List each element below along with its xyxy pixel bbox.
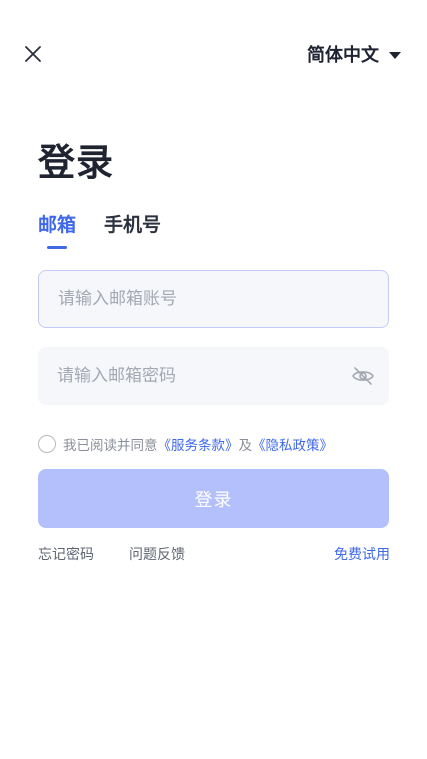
agreement-row: 我已阅读并同意 《服务条款》 及 《隐私政策》 (38, 434, 333, 454)
login-method-tabs: 邮箱 手机号 (38, 210, 161, 249)
caret-down-icon (389, 52, 401, 59)
free-trial-link[interactable]: 免费试用 (334, 544, 390, 564)
close-button[interactable] (20, 41, 46, 67)
feedback-link[interactable]: 问题反馈 (129, 544, 185, 564)
tab-email-label: 邮箱 (38, 214, 77, 236)
tab-phone[interactable]: 手机号 (104, 210, 161, 249)
email-input[interactable] (39, 271, 388, 327)
password-field-container (38, 347, 389, 405)
active-tab-indicator (47, 246, 67, 249)
forgot-password-link[interactable]: 忘记密码 (38, 544, 94, 564)
agreement-joiner: 及 (238, 438, 253, 454)
language-label: 简体中文 (307, 45, 379, 66)
tab-email[interactable]: 邮箱 (38, 210, 76, 249)
language-selector[interactable]: 简体中文 (307, 40, 401, 68)
password-visibility-toggle[interactable] (351, 364, 375, 388)
close-icon (25, 46, 41, 62)
agreement-prefix: 我已阅读并同意 (63, 438, 158, 454)
privacy-link[interactable]: 《隐私政策》 (252, 434, 333, 454)
page-title: 登录 (38, 141, 114, 184)
tab-phone-label: 手机号 (104, 214, 162, 236)
password-input[interactable] (38, 347, 389, 405)
email-field-container (38, 270, 389, 328)
terms-link[interactable]: 《服务条款》 (158, 434, 239, 454)
eye-off-icon (352, 367, 374, 385)
login-button[interactable]: 登录 (38, 469, 389, 528)
agreement-checkbox[interactable] (38, 435, 56, 453)
